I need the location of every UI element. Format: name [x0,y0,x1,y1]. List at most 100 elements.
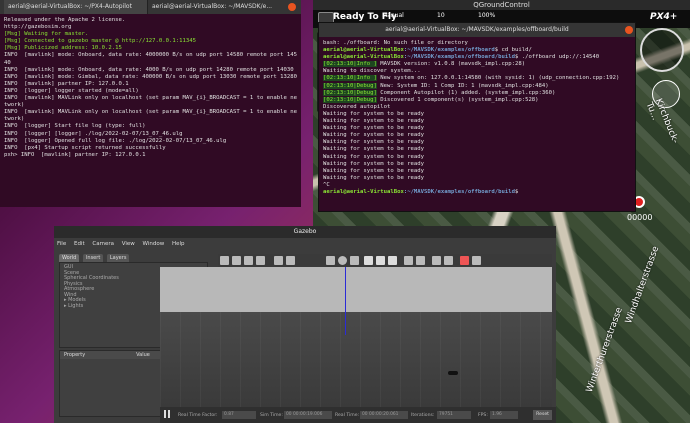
terminal-line: Waiting for system to be ready [323,139,425,146]
spot-light-icon[interactable] [376,256,385,265]
terminal-line: INFO [px4] Startup script returned succe… [4,144,166,151]
sphere-shape-icon[interactable] [338,256,347,265]
copy-icon[interactable] [404,256,413,265]
log-tag: [02:13:10|Debug] [323,96,377,103]
close-icon[interactable] [288,3,296,11]
gazebo-statusbar: Real Time Factor: 0.87 Sim Time: 00 00:0… [160,407,556,423]
z-axis-line [345,267,346,335]
log-tag: [02:13:10|Debug] [323,89,377,96]
terminal-line: INFO [logger] Start file log (type: full… [4,123,146,130]
terminal-line: Waiting for system to be ready [323,160,425,167]
terminal-line: Discovered autopilot [323,103,391,110]
scale-tool-icon[interactable] [256,256,265,265]
menu-help[interactable]: Help [169,238,188,250]
gazebo-window[interactable]: Gazebo File Edit Camera View Window Help… [54,226,556,423]
cylinder-shape-icon[interactable] [350,256,359,265]
prompt-command: $ ./offboard udp://:14540 [514,54,600,61]
terminal-line: bash: ./offboard: No such file or direct… [323,40,468,46]
terminal-line: [Msg] Connected to gazebo master @ http:… [4,38,196,45]
rotate-tool-icon[interactable] [244,256,253,265]
terminal-output: Released under the Apache 2 license. http… [0,16,301,207]
terminal-line: [Msg] Publicized address: 10.0.2.15 [4,45,122,52]
log-message: MAVSDK version: v1.0.8 (mavsdk_impl.cpp:… [376,61,526,68]
ground-plane [160,312,552,407]
terminal-line: INFO [logger] logger started (mode=all) [4,87,139,94]
terminal-line: INFO [logger] [logger] ./log/2022-02-07/… [4,130,183,137]
terminal-line: Waiting for system to be ready [323,110,425,117]
gazebo-toolbar [218,254,552,267]
prompt-command: $ cd build/ [494,47,532,54]
terminal-line: Waiting for system to be ready [323,132,425,139]
3d-viewport[interactable] [160,267,552,407]
gazebo-title: Gazebo [54,226,556,238]
terminal-titlebar: aerial@aerial-VirtualBox: ~/MAVSDK/examp… [319,23,635,37]
menu-edit[interactable]: Edit [71,238,88,250]
property-header: Property [64,352,86,358]
drone-model[interactable] [448,371,458,375]
paste-icon[interactable] [416,256,425,265]
terminal-line: INFO [mavlink] partner IP: 127.0.0.1 [4,80,129,87]
menu-camera[interactable]: Camera [89,238,117,250]
point-light-icon[interactable] [364,256,373,265]
fps-value: 1.96 [490,411,518,419]
terminal-tab-mavsdk[interactable]: aerial@aerial-VirtualBox: ~/MAVSDK/e... [148,0,282,14]
terminal-line: aerial@aerial-VirtualBox:~/MAVSDK/exampl… [323,189,631,196]
terminal-line: INFO [mavlink] mode: Gimbal, data rate: … [4,73,297,80]
log-icon[interactable] [472,256,481,265]
terminal-title: aerial@aerial-VirtualBox: ~/MAVSDK/examp… [385,26,569,33]
tab-insert[interactable]: Insert [82,254,104,262]
compass-icon [640,28,684,72]
record-timer: 00000 [627,213,653,222]
terminal-line: [02:13:10|Info ] MAVSDK version: v1.0.8 … [323,61,631,68]
menu-file[interactable]: File [54,238,69,250]
terminal-line: Released under the Apache 2 license. [4,17,126,23]
iterations-value: 79751 [437,411,471,419]
log-message: Discovered 1 component(s) (system_impl.c… [376,96,539,103]
terminal-output: bash: ./offboard: No such file or direct… [319,39,635,211]
terminal-line: Waiting for system to be ready [323,146,425,153]
mavsdk-terminal-window[interactable]: aerial@aerial-VirtualBox: ~/MAVSDK/examp… [318,22,636,212]
directional-light-icon[interactable] [388,256,397,265]
log-message: Component Autopilot (1) added. (system_i… [376,89,556,96]
terminal-line: aerial@aerial-VirtualBox:~/MAVSDK/exampl… [323,47,631,54]
terminal-tab-px4[interactable]: aerial@aerial-VirtualBox: ~/PX4-Autopilo… [4,0,148,14]
terminal-line: Waiting for system to be ready [323,167,425,174]
terminal-line: ^C [323,181,330,188]
translate-tool-icon[interactable] [232,256,241,265]
rtf-label: Real Time Factor: [178,413,218,418]
qgc-window-title: QGroundControl [313,0,690,10]
terminal-line: Waiting for system to be ready [323,125,425,132]
select-tool-icon[interactable] [220,256,229,265]
log-tag: [02:13:10|Debug] [323,82,377,89]
menu-view[interactable]: View [119,238,138,250]
undo-icon[interactable] [274,256,283,265]
align-icon[interactable] [432,256,441,265]
tab-layers[interactable]: Layers [106,254,130,262]
terminal-titlebar: aerial@aerial-VirtualBox: ~/PX4-Autopilo… [0,0,301,14]
iterations-label: Iterations: [411,413,435,418]
px4-terminal-window[interactable]: aerial@aerial-VirtualBox: ~/PX4-Autopilo… [0,0,301,207]
screenshot-icon[interactable] [460,256,469,265]
prompt-user: aerial@aerial-VirtualBox [323,54,404,61]
terminal-line: INFO [logger] Opened full log file: ./lo… [4,137,227,144]
log-tag: [02:13:10|Info ] [323,75,377,82]
battery-level[interactable]: 100% [478,12,495,19]
reset-button[interactable]: Reset [533,410,552,420]
pause-icon[interactable] [164,410,172,420]
rtf-value: 0.87 [222,411,256,419]
real-time-label: Real Time: [335,413,360,418]
gps-count[interactable]: 10 [437,12,445,19]
flight-mode[interactable]: Manual [382,12,404,19]
prompt-path: :~/MAVSDK/examples/offboard/build [403,188,515,195]
box-shape-icon[interactable] [326,256,335,265]
close-icon[interactable] [625,26,633,34]
sim-time-label: Sim Time: [260,413,283,418]
log-tag: [02:13:10|Info ] [323,61,377,68]
snap-icon[interactable] [444,256,453,265]
terminal-line: INFO [mavlink] MAVLink only on localhost… [4,95,297,109]
redo-icon[interactable] [286,256,295,265]
sim-time-value: 00 00:00:19.006 [284,411,332,419]
tab-world[interactable]: World [59,254,80,262]
menu-window[interactable]: Window [140,238,168,250]
prompt-path: :~/MAVSDK/examples/offboard/build [403,54,515,61]
